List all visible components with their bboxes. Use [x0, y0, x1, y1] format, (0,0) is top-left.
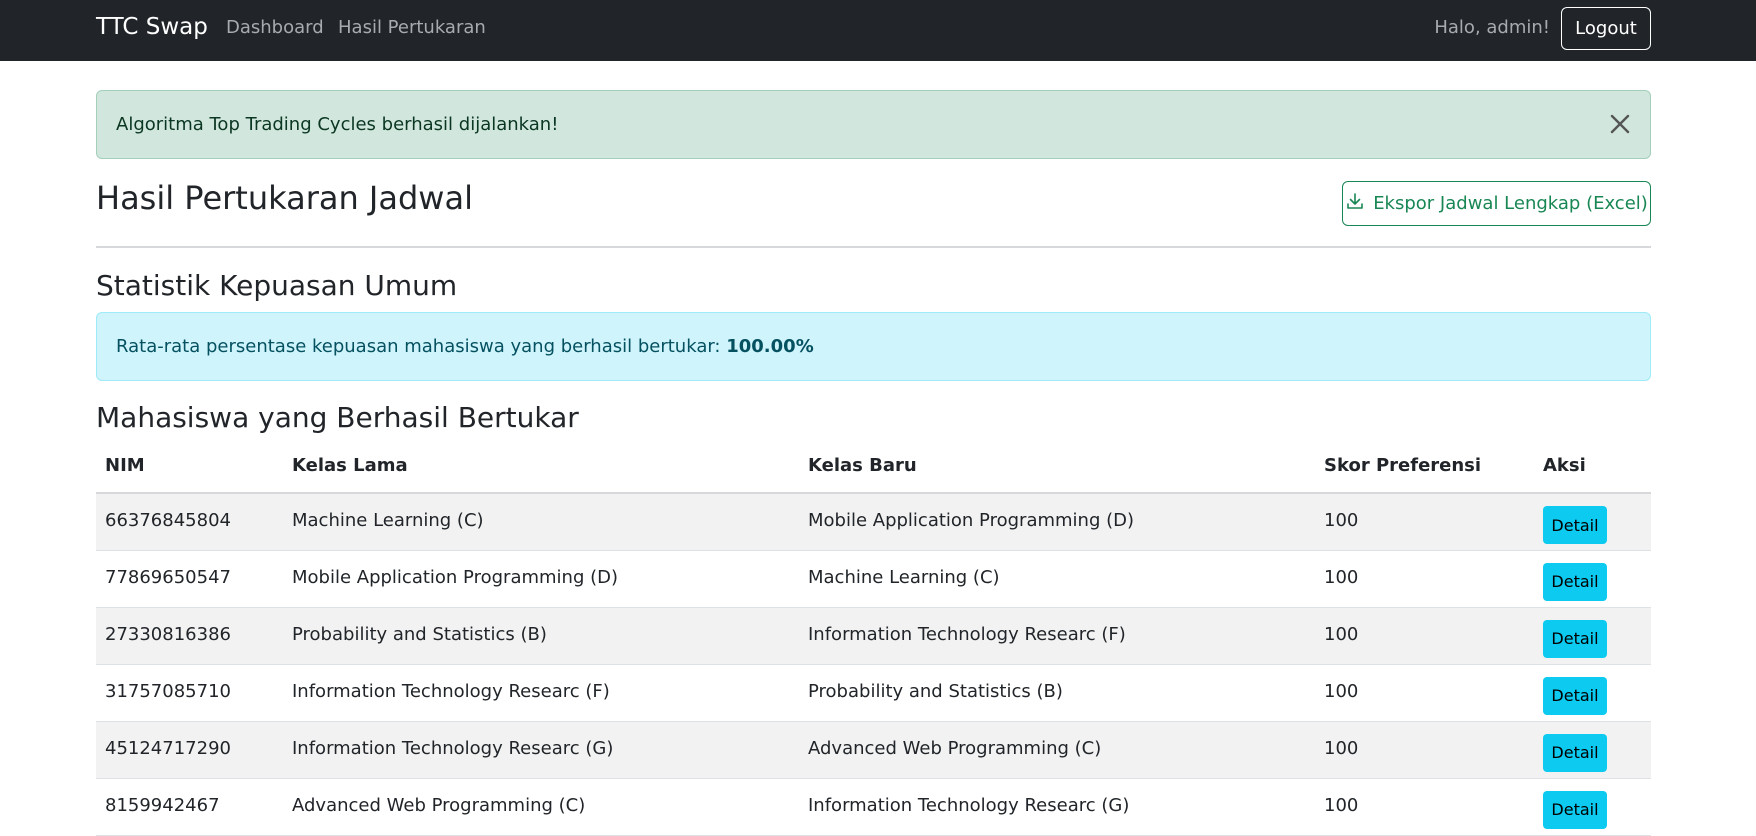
column-header-kelas-baru: Kelas Baru: [799, 439, 1315, 494]
export-excel-button[interactable]: Ekspor Jadwal Lengkap (Excel): [1342, 181, 1651, 226]
stats-info-alert: Rata-rata persentase kepuasan mahasiswa …: [96, 312, 1651, 381]
cell-nim: 8159942467: [96, 778, 283, 836]
stats-message-text: Rata-rata persentase kepuasan mahasiswa …: [116, 336, 721, 357]
cell-aksi: Detail: [1534, 721, 1651, 779]
nav-link-dashboard[interactable]: Dashboard: [226, 17, 324, 38]
detail-button[interactable]: Detail: [1543, 676, 1607, 715]
cell-kelas-lama: Probability and Statistics (B): [283, 607, 799, 665]
greeting-text: Halo, admin!: [1434, 17, 1550, 38]
cell-kelas-baru: Mobile Application Programming (D): [799, 493, 1315, 551]
cell-kelas-baru: Information Technology Researc (F): [799, 607, 1315, 665]
cell-nim: 27330816386: [96, 607, 283, 665]
cell-kelas-lama: Machine Learning (C): [283, 493, 799, 551]
column-header-nim: NIM: [96, 439, 283, 494]
column-header-aksi: Aksi: [1534, 439, 1651, 494]
cell-kelas-baru: Advanced Web Programming (C): [799, 721, 1315, 779]
table-header-row: NIM Kelas Lama Kelas Baru Skor Preferens…: [96, 439, 1651, 494]
detail-button[interactable]: Detail: [1543, 562, 1607, 601]
column-header-kelas-lama: Kelas Lama: [283, 439, 799, 494]
cell-kelas-baru: Probability and Statistics (B): [799, 664, 1315, 722]
table-row: 66376845804 Machine Learning (C) Mobile …: [96, 493, 1651, 551]
close-icon[interactable]: [1604, 108, 1636, 140]
cell-skor: 100: [1315, 664, 1534, 722]
cell-skor: 100: [1315, 721, 1534, 779]
cell-kelas-lama: Information Technology Researc (G): [283, 721, 799, 779]
cell-kelas-baru: Information Technology Researc (G): [799, 778, 1315, 836]
detail-button[interactable]: Detail: [1543, 619, 1607, 658]
table-row: 45124717290 Information Technology Resea…: [96, 721, 1651, 779]
cell-aksi: Detail: [1534, 493, 1651, 551]
cell-skor: 100: [1315, 778, 1534, 836]
detail-button[interactable]: Detail: [1543, 790, 1607, 829]
table-row: 27330816386 Probability and Statistics (…: [96, 607, 1651, 665]
divider: [96, 246, 1651, 248]
brand-link[interactable]: TTC Swap: [96, 14, 208, 40]
nav-link-hasil-pertukaran[interactable]: Hasil Pertukaran: [338, 17, 486, 38]
table-row: 77869650547 Mobile Application Programmi…: [96, 550, 1651, 608]
stats-value: 100.00%: [726, 336, 814, 357]
logout-button[interactable]: Logout: [1561, 7, 1651, 50]
success-alert-message: Algoritma Top Trading Cycles berhasil di…: [116, 114, 559, 135]
page-title: Hasil Pertukaran Jadwal: [96, 179, 473, 217]
table-row: 8159942467 Advanced Web Programming (C) …: [96, 778, 1651, 836]
detail-button[interactable]: Detail: [1543, 506, 1607, 544]
detail-button[interactable]: Detail: [1543, 733, 1607, 772]
cell-kelas-lama: Advanced Web Programming (C): [283, 778, 799, 836]
cell-kelas-lama: Information Technology Researc (F): [283, 664, 799, 722]
cell-nim: 45124717290: [96, 721, 283, 779]
swaps-table: NIM Kelas Lama Kelas Baru Skor Preferens…: [96, 439, 1651, 836]
cell-skor: 100: [1315, 493, 1534, 551]
success-alert: Algoritma Top Trading Cycles berhasil di…: [96, 90, 1651, 159]
cell-kelas-lama: Mobile Application Programming (D): [283, 550, 799, 608]
cell-kelas-baru: Machine Learning (C): [799, 550, 1315, 608]
cell-aksi: Detail: [1534, 778, 1651, 836]
stats-title: Statistik Kepuasan Umum: [96, 269, 458, 302]
export-button-label: Ekspor Jadwal Lengkap (Excel): [1373, 193, 1648, 214]
table-row: 31757085710 Information Technology Resea…: [96, 664, 1651, 722]
cell-skor: 100: [1315, 550, 1534, 608]
column-header-skor-preferensi: Skor Preferensi: [1315, 439, 1534, 494]
navbar: TTC Swap Dashboard Hasil Pertukaran Halo…: [0, 0, 1756, 61]
cell-aksi: Detail: [1534, 550, 1651, 608]
swaps-title: Mahasiswa yang Berhasil Bertukar: [96, 401, 579, 434]
cell-nim: 31757085710: [96, 664, 283, 722]
stats-message: Rata-rata persentase kepuasan mahasiswa …: [116, 336, 814, 357]
cell-nim: 66376845804: [96, 493, 283, 551]
cell-aksi: Detail: [1534, 664, 1651, 722]
download-icon: [1345, 191, 1365, 216]
cell-aksi: Detail: [1534, 607, 1651, 665]
cell-nim: 77869650547: [96, 550, 283, 608]
cell-skor: 100: [1315, 607, 1534, 665]
